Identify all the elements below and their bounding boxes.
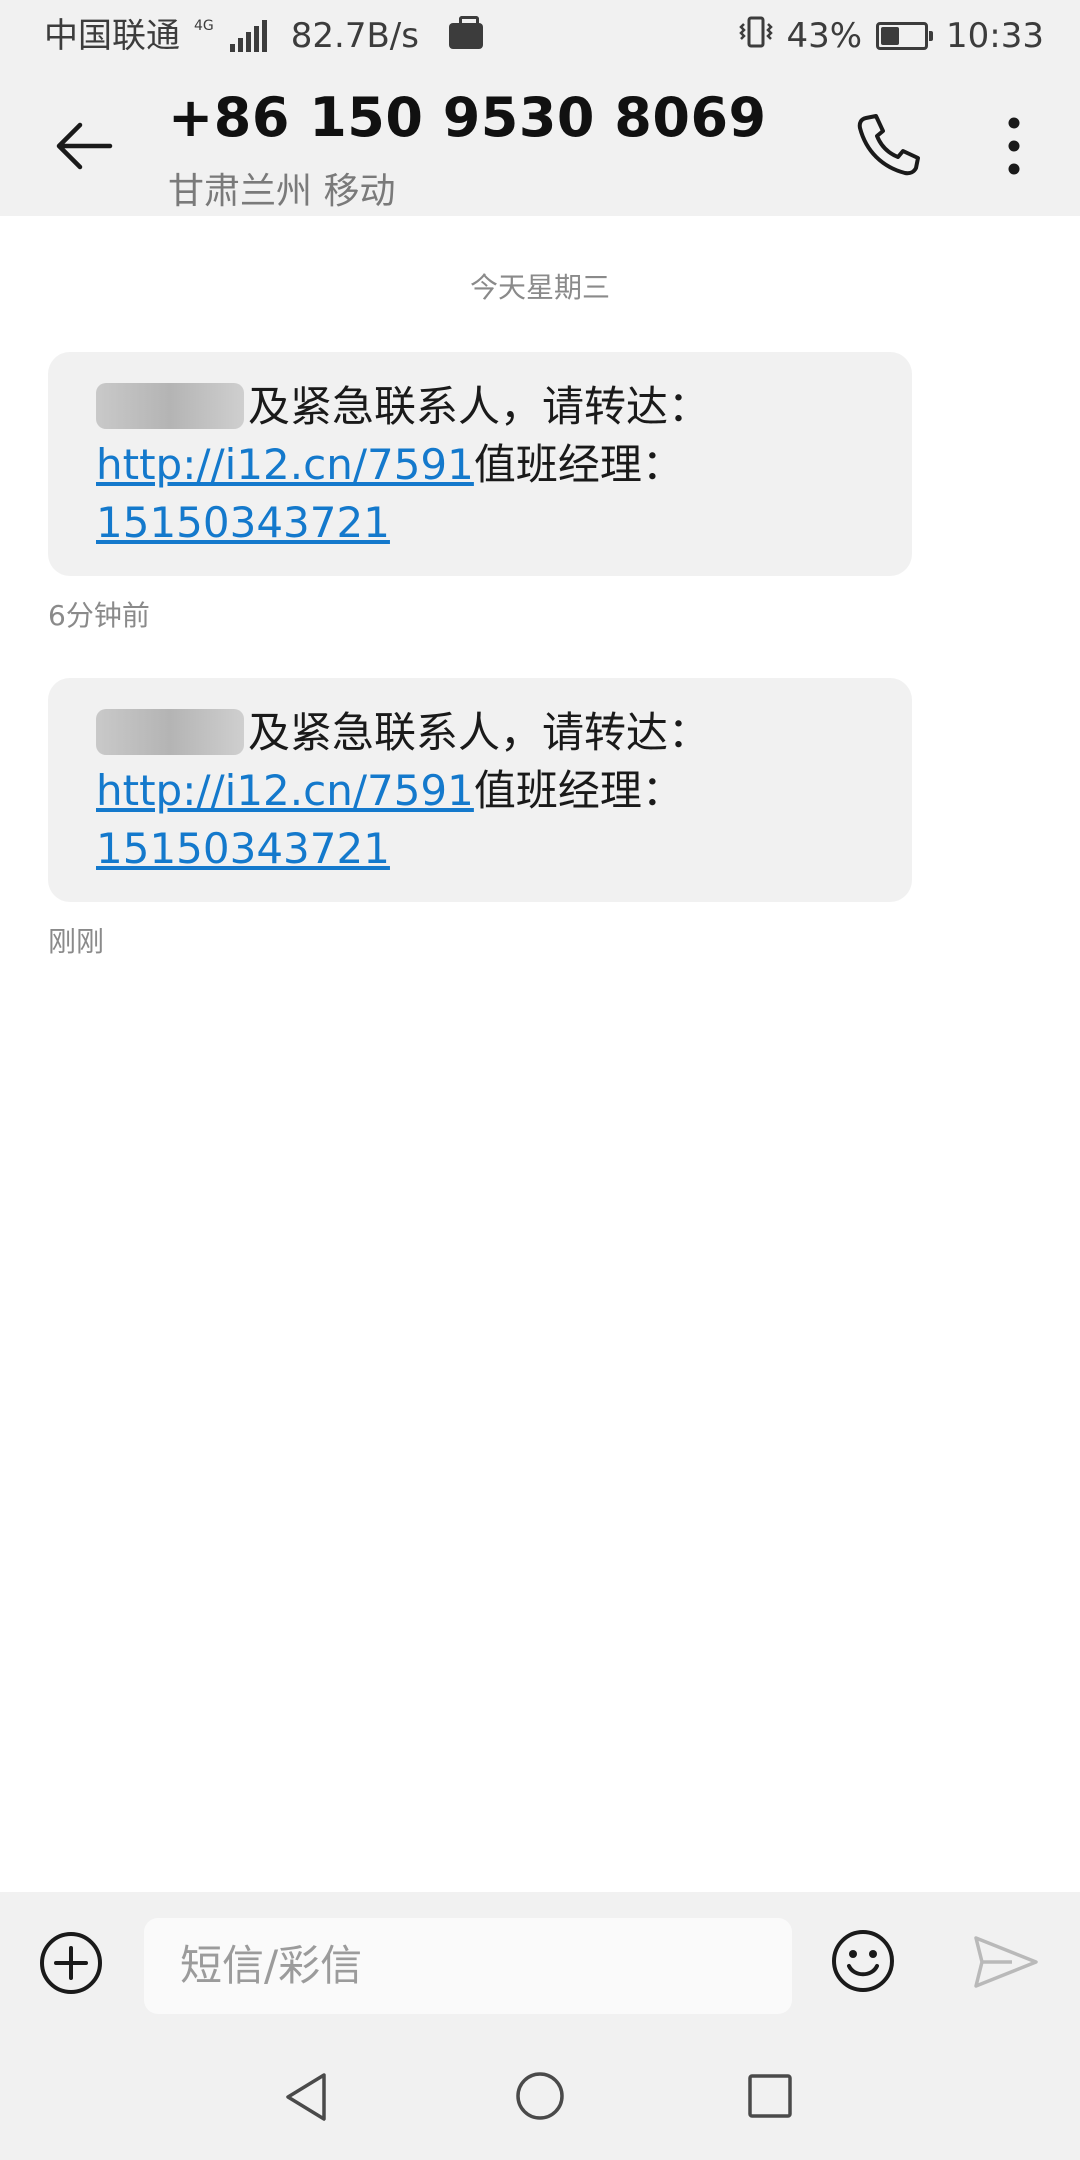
status-right: 43% 10:33 — [736, 14, 1044, 58]
send-icon — [974, 1936, 1038, 1988]
conversation-header: +86 150 9530 8069 甘肃兰州 移动 — [0, 72, 1080, 216]
carrier-name: 中国联通 — [44, 16, 180, 56]
clock: 10:33 — [946, 16, 1044, 56]
date-divider: 今天星期三 — [469, 271, 610, 304]
contact-number: +86 150 9530 8069 — [168, 86, 767, 149]
battery-icon — [876, 22, 934, 50]
message-link[interactable]: http://i12.cn/7591 — [96, 766, 474, 815]
message-text: 值班经理： — [473, 766, 684, 815]
message-link[interactable]: http://i12.cn/7591 — [96, 440, 474, 489]
message-phone-link[interactable]: 15150343721 — [96, 824, 390, 873]
redacted-text — [96, 382, 244, 429]
emoji-button[interactable] — [830, 1928, 896, 1994]
phone-icon — [857, 114, 920, 176]
status-left: 中国联通 4G 82.7B/s — [44, 14, 483, 58]
network-type: 4G — [194, 18, 214, 34]
network-speed: 82.7B/s — [290, 16, 419, 56]
call-button[interactable] — [852, 108, 924, 180]
smiley-icon — [832, 1930, 894, 1992]
more-vertical-icon — [1008, 117, 1020, 175]
compose-bar — [0, 1892, 1080, 2028]
status-bar: 中国联通 4G 82.7B/s 43% 10:33 — [0, 0, 1080, 72]
system-navigation-bar — [0, 2028, 1080, 2160]
square-recent-icon — [748, 2074, 792, 2118]
signal-icon — [229, 20, 267, 52]
contact-location: 甘肃兰州 移动 — [168, 171, 396, 212]
more-options-button[interactable] — [990, 112, 1038, 180]
message-phone-link[interactable]: 15150343721 — [96, 498, 390, 547]
redacted-text — [96, 708, 244, 755]
vibrate-icon — [736, 15, 776, 57]
plus-circle-icon — [40, 1932, 102, 1994]
nav-home-button[interactable] — [514, 2070, 566, 2122]
message-bubble[interactable]: 及紧急联系人，请转达： http://i12.cn/7591值班经理： 1515… — [48, 678, 912, 902]
send-button[interactable] — [972, 1932, 1040, 1992]
message-timestamp: 刚刚 — [48, 925, 105, 958]
work-profile-icon — [448, 16, 483, 49]
battery-percent: 43% — [786, 16, 863, 56]
message-text: 值班经理： — [473, 440, 684, 489]
arrow-left-icon — [56, 122, 113, 170]
nav-back-button[interactable] — [282, 2070, 332, 2124]
message-timestamp: 6分钟前 — [48, 599, 150, 632]
attach-button[interactable] — [38, 1930, 104, 1996]
message-text: 及紧急联系人，请转达： — [248, 708, 711, 757]
battery-fill — [881, 27, 900, 45]
back-button[interactable] — [48, 110, 120, 182]
message-text: 及紧急联系人，请转达： — [248, 382, 711, 431]
circle-home-icon — [516, 2072, 564, 2120]
message-input[interactable] — [144, 1918, 792, 2014]
message-bubble[interactable]: 及紧急联系人，请转达： http://i12.cn/7591值班经理： 1515… — [48, 352, 912, 576]
triangle-back-icon — [286, 2073, 326, 2121]
nav-recents-button[interactable] — [746, 2072, 794, 2120]
